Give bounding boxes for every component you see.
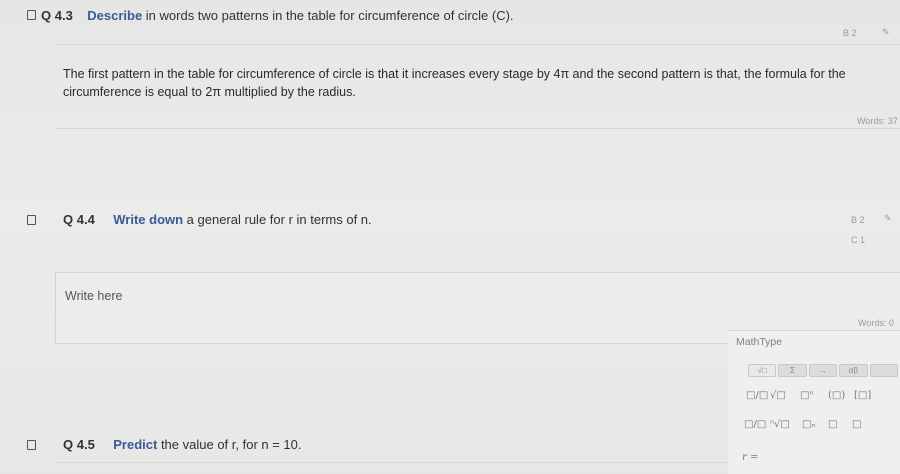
question-verb: Describe bbox=[87, 8, 143, 23]
divider bbox=[55, 44, 900, 45]
flag-icon[interactable] bbox=[27, 440, 36, 450]
question-verb: Predict bbox=[113, 437, 158, 452]
nth-root-button[interactable]: ⁿ√□ bbox=[770, 419, 790, 430]
mathtype-tab-greek[interactable]: αβ bbox=[839, 364, 868, 377]
table-button[interactable]: □ bbox=[852, 419, 861, 430]
flag-icon[interactable] bbox=[27, 215, 36, 225]
mathtype-tab-radicals[interactable]: √□ bbox=[748, 364, 777, 377]
mathtype-tab-more[interactable] bbox=[869, 364, 899, 377]
question-4-5-header: Q 4.5 Predict the value of r, for n = 10… bbox=[63, 436, 302, 454]
question-number: Q 4.4 bbox=[63, 212, 95, 227]
mark-allocation: B 2 bbox=[843, 28, 857, 38]
mathtype-tab-operators[interactable]: Σ bbox=[778, 364, 807, 377]
square-root-button[interactable]: √□ bbox=[770, 390, 786, 401]
brackets-button[interactable]: [□] bbox=[854, 390, 871, 401]
word-count: Words: 37 bbox=[857, 116, 898, 126]
question-text: a general rule for r in terms of n. bbox=[183, 212, 372, 227]
question-4-4-header: Q 4.4 Write down a general rule for r in… bbox=[63, 211, 372, 229]
question-text: in words two patterns in the table for c… bbox=[142, 8, 514, 23]
edit-icon[interactable]: ✎ bbox=[884, 213, 892, 224]
bevelled-fraction-button[interactable]: □/□ bbox=[744, 419, 766, 430]
answer-line: circumference is equal to 2π multiplied … bbox=[63, 85, 356, 99]
answer-line: The first pattern in the table for circu… bbox=[63, 67, 846, 81]
mathtype-input-field[interactable]: r = bbox=[742, 452, 758, 463]
question-number: Q 4.5 bbox=[63, 437, 95, 452]
question-verb: Write down bbox=[113, 212, 184, 227]
flag-icon[interactable] bbox=[27, 10, 36, 20]
fraction-button[interactable]: □/□ bbox=[746, 390, 768, 401]
answer-placeholder: Write here bbox=[65, 289, 123, 303]
parentheses-button[interactable]: (□) bbox=[828, 390, 845, 401]
mathtype-tabs: √□ Σ → αβ bbox=[748, 364, 899, 377]
question-number: Q 4.3 bbox=[41, 8, 73, 23]
question-4-3-header: Q 4.3 Describe in words two patterns in … bbox=[41, 7, 514, 25]
mathtype-tab-arrows[interactable]: → bbox=[808, 364, 838, 377]
word-count: Words: 0 bbox=[858, 318, 894, 328]
edit-icon[interactable]: ✎ bbox=[882, 27, 890, 38]
mark-allocation: C 1 bbox=[851, 235, 866, 245]
mathtype-title: MathType bbox=[736, 336, 783, 348]
answer-text[interactable]: The first pattern in the table for circu… bbox=[63, 65, 893, 101]
subscript-button[interactable]: □ₙ bbox=[802, 419, 815, 430]
superscript-button[interactable]: □ⁿ bbox=[800, 390, 813, 401]
divider bbox=[55, 128, 900, 129]
question-text: the value of r, for n = 10. bbox=[157, 437, 302, 452]
matrix-button[interactable]: □ bbox=[828, 419, 837, 430]
divider bbox=[55, 462, 728, 463]
mark-allocation: B 2 bbox=[851, 215, 865, 225]
